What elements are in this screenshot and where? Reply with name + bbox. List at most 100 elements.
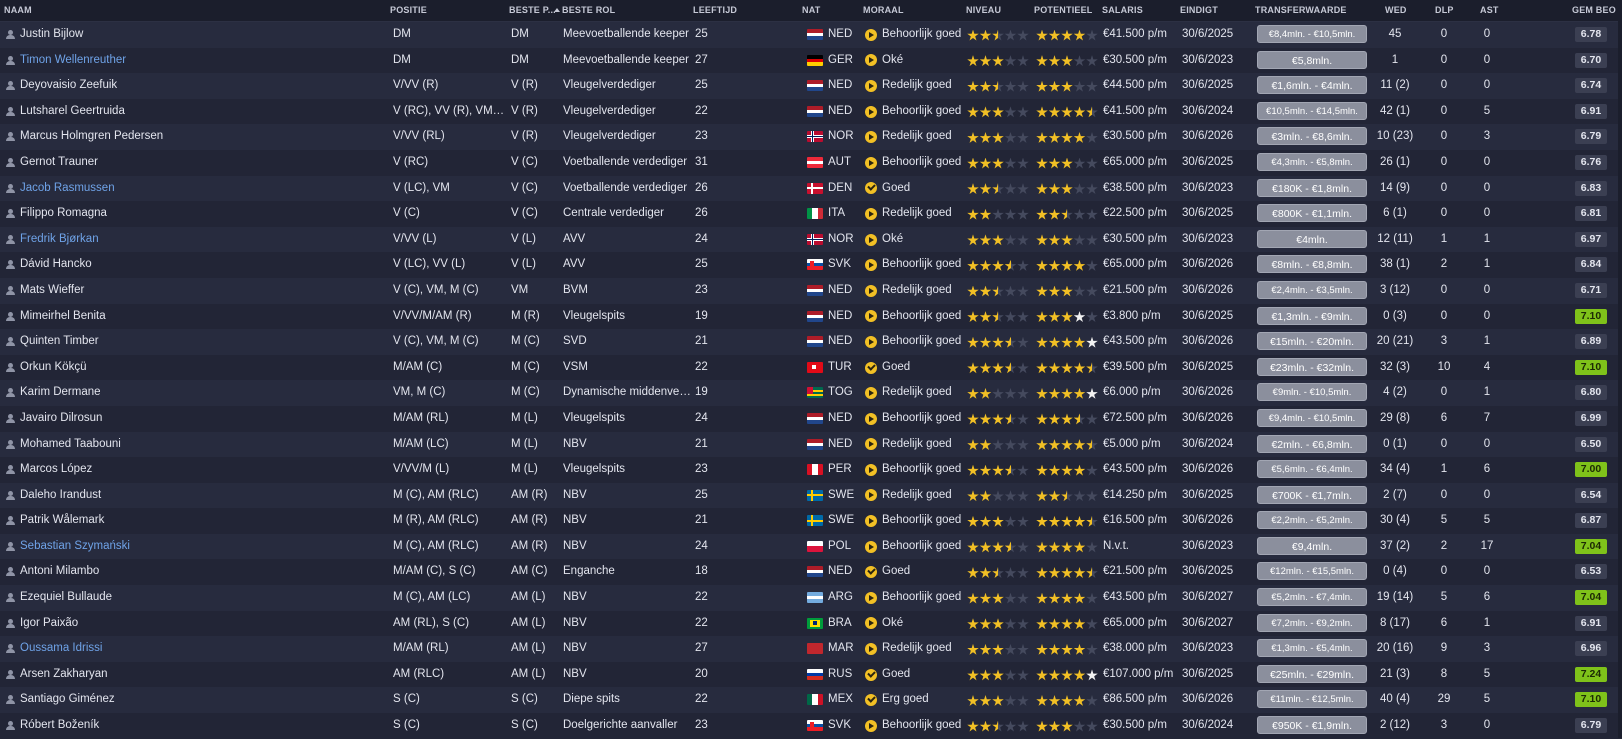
player-name[interactable]: Deyovaisio Zeefuik [20, 73, 380, 99]
transfer-value[interactable]: €4,3mln. - €5,8mln. [1257, 152, 1367, 171]
transfer-value[interactable]: €3mln. - €8,6mln. [1257, 127, 1367, 146]
player-name[interactable]: Jacob Rasmussen [20, 176, 380, 202]
morale[interactable]: Behoorlijk goed [865, 457, 965, 483]
player-name[interactable]: Justin Bijlow [20, 22, 380, 48]
transfer-value[interactable]: €5,8mln. [1257, 50, 1367, 69]
player-name[interactable]: Sebastian Szymański [20, 534, 380, 560]
col-header-dlp[interactable]: DLP [1435, 0, 1465, 21]
morale[interactable]: Behoorlijk goed [865, 508, 965, 534]
player-name[interactable]: Róbert Boženík [20, 713, 380, 739]
table-row[interactable]: Filippo Romagna V (C) V (C) Centrale verded… [0, 201, 1622, 227]
table-row[interactable]: Ezequiel Bullaude M (C), AM (LC) AM (L) NBV… [0, 585, 1622, 611]
player-name[interactable]: Gernot Trauner [20, 150, 380, 176]
morale[interactable]: Oké [865, 227, 965, 253]
transfer-value[interactable]: €180K - €1,8mln. [1257, 178, 1367, 197]
player-name[interactable]: Orkun Kökçü [20, 355, 380, 381]
player-name[interactable]: Karim Dermane [20, 380, 380, 406]
table-row[interactable]: Gernot Trauner V (RC) V (C) Voetballende ve… [0, 149, 1622, 176]
transfer-value[interactable]: €5,2mln. - €7,4mln. [1257, 588, 1367, 607]
player-name[interactable]: Mats Wieffer [20, 278, 380, 304]
transfer-value[interactable]: €11mln. - €12,5mln. [1257, 690, 1367, 709]
transfer-value[interactable]: €9,4mln. [1257, 536, 1367, 555]
morale[interactable]: Oké [865, 611, 965, 637]
morale[interactable]: Behoorlijk goed [865, 534, 965, 560]
table-row[interactable]: Mimeirhel Benita V/VV/M/AM (R) M (R) Vleuge… [0, 303, 1622, 330]
table-row[interactable]: Igor Paixão AM (RL), S (C) AM (L) NBV 22 BRA O… [0, 610, 1622, 637]
morale[interactable]: Behoorlijk goed [865, 585, 965, 611]
player-name[interactable]: Lutsharel Geertruida [20, 99, 380, 125]
transfer-value[interactable]: €1,6mln. - €4mln. [1257, 76, 1367, 95]
table-row[interactable]: Oussama Idrissi M/AM (RL) AM (L) NBV 27 MAR Re… [0, 636, 1622, 662]
col-header-wed[interactable]: WED [1385, 0, 1425, 21]
transfer-value[interactable]: €10,5mln. - €14,5mln. [1257, 101, 1367, 120]
table-row[interactable]: Sebastian Szymański M (C), AM (RLC) AM (R)… [0, 533, 1622, 560]
table-row[interactable]: Arsen Zakharyan AM (RLC) AM (L) NBV 20 RUS Goe… [0, 661, 1622, 688]
morale[interactable]: Behoorlijk goed [865, 713, 965, 739]
transfer-value[interactable]: €8mln. - €8,8mln. [1257, 255, 1367, 274]
table-row[interactable]: Orkun Kökçü M/AM (C) M (C) VSM 22 TUR Goed €39.… [0, 354, 1622, 381]
table-row[interactable]: Timon Wellenreuther DM DM Meevoetballende k… [0, 47, 1622, 74]
table-row[interactable]: Quinten Timber V (C), VM, M (C) M (C) SVD 21… [0, 329, 1622, 355]
player-name[interactable]: Antoni Milambo [20, 559, 380, 585]
morale[interactable]: Redelijk goed [865, 73, 965, 99]
player-name[interactable]: Fredrik Bjørkan [20, 227, 380, 253]
morale[interactable]: Goed [865, 662, 965, 688]
morale[interactable]: Redelijk goed [865, 124, 965, 150]
morale[interactable]: Behoorlijk goed [865, 304, 965, 330]
table-row[interactable]: Daleho Irandust M (C), AM (RLC) AM (R) NBV 2… [0, 482, 1622, 509]
table-row[interactable]: Dávid Hancko V (LC), VV (L) V (L) AVV 25 SVK B… [0, 252, 1622, 278]
col-header-nat[interactable]: NAT [802, 0, 842, 21]
transfer-value[interactable]: €700K - €1,7mln. [1257, 485, 1367, 504]
player-name[interactable]: Daleho Irandust [20, 483, 380, 509]
morale[interactable]: Behoorlijk goed [865, 329, 965, 355]
transfer-value[interactable]: €1,3mln. - €9mln. [1257, 306, 1367, 325]
col-header-naam[interactable]: NAAM [4, 0, 124, 21]
col-header-moraal[interactable]: MORAAL [863, 0, 943, 21]
player-name[interactable]: Timon Wellenreuther [20, 48, 380, 74]
col-header-gem-beo[interactable]: GEM BEO [1572, 0, 1620, 21]
transfer-value[interactable]: €5,6mln. - €6,4mln. [1257, 460, 1367, 479]
morale[interactable]: Redelijk goed [865, 483, 965, 509]
morale[interactable]: Behoorlijk goed [865, 406, 965, 432]
transfer-value[interactable]: €7,2mln. - €9,2mln. [1257, 613, 1367, 632]
transfer-value[interactable]: €2,4mln. - €3,5mln. [1257, 280, 1367, 299]
col-header-transferwaarde[interactable]: TRANSFERWAARDE [1255, 0, 1365, 21]
morale[interactable]: Oké [865, 48, 965, 74]
col-header-ast[interactable]: AST [1480, 0, 1510, 21]
morale[interactable]: Goed [865, 559, 965, 585]
transfer-value[interactable]: €23mln. - €32mln. [1257, 357, 1367, 376]
col-header-beste-positie[interactable]: BESTE P... [509, 0, 557, 21]
col-header-beste-rol[interactable]: BESTE ROL [554, 0, 654, 21]
col-header-leeftijd[interactable]: LEEFTIJD [693, 0, 773, 21]
player-name[interactable]: Patrik Wålemark [20, 508, 380, 534]
morale[interactable]: Goed [865, 355, 965, 381]
col-header-positie[interactable]: POSITIE [390, 0, 490, 21]
table-row[interactable]: Deyovaisio Zeefuik V/VV (R) V (R) Vleugelve… [0, 73, 1622, 99]
player-name[interactable]: Mohamed Taabouni [20, 432, 380, 458]
transfer-value[interactable]: €9mln. - €10,5mln. [1257, 383, 1367, 402]
table-row[interactable]: Mats Wieffer V (C), VM, M (C) VM BVM 23 NED Re… [0, 277, 1622, 304]
player-name[interactable]: Arsen Zakharyan [20, 662, 380, 688]
table-row[interactable]: Marcus Holmgren Pedersen V/VV (RL) V (R) Vl… [0, 124, 1622, 150]
table-row[interactable]: Karim Dermane VM, M (C) M (C) Dynamische mi… [0, 380, 1622, 406]
table-row[interactable]: Patrik Wålemark M (R), AM (RLC) AM (R) NBV 2… [0, 508, 1622, 534]
player-name[interactable]: Oussama Idrissi [20, 636, 380, 662]
table-row[interactable]: Marcos López V/VV/M (L) M (L) Vleugelspits 2… [0, 457, 1622, 483]
player-name[interactable]: Marcos López [20, 457, 380, 483]
transfer-value[interactable]: €9,4mln. - €10,5mln. [1257, 408, 1367, 427]
table-row[interactable]: Antoni Milambo M/AM (C), S (C) AM (C) Engan… [0, 559, 1622, 586]
table-row[interactable]: Mohamed Taabouni M/AM (LC) M (L) NBV 21 NED Re… [0, 431, 1622, 458]
morale[interactable]: Redelijk goed [865, 432, 965, 458]
morale[interactable]: Redelijk goed [865, 278, 965, 304]
player-name[interactable]: Filippo Romagna [20, 201, 380, 227]
scrollbar[interactable] [1618, 0, 1622, 738]
table-row[interactable]: Lutsharel Geertruida V (RC), VV (R), VM, … [0, 98, 1622, 125]
transfer-value[interactable]: €950K - €1,9mln. [1257, 716, 1367, 735]
transfer-value[interactable]: €800K - €1,1mln. [1257, 204, 1367, 223]
player-name[interactable]: Javairo Dilrosun [20, 406, 380, 432]
table-row[interactable]: Fredrik Bjørkan V/VV (L) V (L) AVV 24 NOR Oké €… [0, 226, 1622, 253]
player-name[interactable]: Mimeirhel Benita [20, 304, 380, 330]
morale[interactable]: Erg goed [865, 687, 965, 713]
col-header-eindigt[interactable]: EINDIGT [1180, 0, 1250, 21]
transfer-value[interactable]: €4mln. [1257, 229, 1367, 248]
